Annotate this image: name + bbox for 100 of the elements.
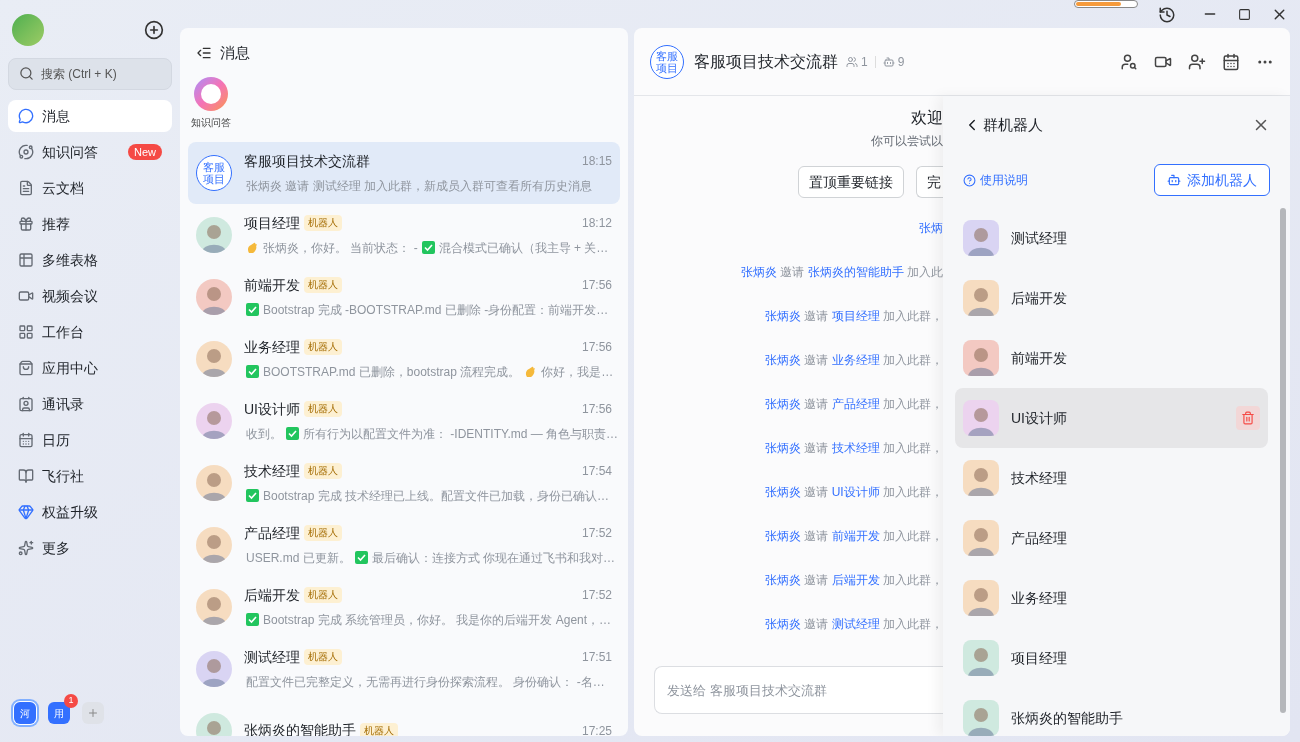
bot-item[interactable]: 业务经理 <box>955 568 1268 628</box>
chat-name: UI设计师 <box>244 399 300 419</box>
bot-name: UI设计师 <box>1011 408 1067 428</box>
system-message: 张炳炎 邀请 UI设计师 加入此群， <box>764 484 943 501</box>
message-preview: Bootstrap 完成 系统管理员，你好。 我是你的后端开发 Agent，… <box>263 611 612 629</box>
quick-action-button[interactable]: 完 <box>916 166 943 198</box>
nav-icon <box>18 108 34 124</box>
nav-icon <box>18 252 34 268</box>
chat-time: 17:51 <box>581 649 612 666</box>
nav-item[interactable]: 知识问答 New <box>8 136 172 168</box>
chat-item[interactable]: UI设计师 机器人 17:56 收到。 所有行为以配置文件为准： -IDENTITY.md — 角色与职责… <box>188 389 620 452</box>
bot-item[interactable]: 产品经理 <box>955 508 1268 568</box>
nav-item[interactable]: 日历 <box>8 424 172 456</box>
message-input[interactable]: 发送给 客服项目技术交流群 <box>654 666 943 714</box>
history-icon[interactable] <box>1158 6 1176 24</box>
chat-name: 前端开发 <box>244 275 300 295</box>
bot-item[interactable]: 项目经理 <box>955 628 1268 688</box>
message-preview: USER.md 已更新。 <box>246 549 351 567</box>
bot-name: 技术经理 <box>1011 468 1067 488</box>
bot-item[interactable]: 张炳炎的智能助手 <box>955 688 1268 736</box>
quick-action-button[interactable]: 置顶重要链接 <box>798 166 904 198</box>
bot-item[interactable]: 前端开发 <box>955 328 1268 388</box>
chat-time: 17:56 <box>581 277 612 294</box>
bot-name: 项目经理 <box>1011 648 1067 668</box>
checkmark-icon <box>286 427 299 440</box>
chat-item[interactable]: 技术经理 机器人 17:54 Bootstrap 完成 技术经理已上线。配置文件已加载，身份已确认… <box>188 451 620 514</box>
system-message: 张炳炎 邀请 项目经理 加入此群， <box>764 308 943 325</box>
system-message: 张炳炎 邀请 张炳炎的智能助手 加入此 <box>740 264 943 281</box>
members-icon <box>846 55 858 68</box>
bot-tag: 机器人 <box>304 525 342 541</box>
search-field[interactable]: 搜索 (Ctrl + K) <box>8 58 172 90</box>
chat-item[interactable]: 业务经理 机器人 17:56 BOOTSTRAP.md 已删除，bootstrap 流程完成。 你好，我是… <box>188 327 620 390</box>
checkmark-icon <box>246 365 259 378</box>
nav-item[interactable]: 通讯录 <box>8 388 172 420</box>
nav-icon <box>18 216 34 232</box>
bot-item[interactable]: UI设计师 <box>955 388 1268 448</box>
search-icon[interactable] <box>1120 52 1138 71</box>
bot-tag: 机器人 <box>304 401 342 417</box>
system-message: 张炳 <box>919 220 943 237</box>
system-message: 张炳炎 邀请 前端开发 加入此群， <box>764 528 943 545</box>
nav-icon <box>18 432 34 448</box>
message-preview: 你好，我是… <box>541 363 614 381</box>
nav-item[interactable]: 权益升级 <box>8 496 172 528</box>
add-member-icon[interactable] <box>1188 52 1206 71</box>
nav-item[interactable]: 更多 <box>8 532 172 564</box>
bot-item[interactable]: 后端开发 <box>955 268 1268 328</box>
bot-item[interactable]: 技术经理 <box>955 448 1268 508</box>
system-message: 张炳炎 邀请 技术经理 加入此群， <box>764 440 943 457</box>
chat-item[interactable]: 客服 项目 客服项目技术交流群 18:15 张炳炎 邀请 测试经理 加入此群，新成员入群可查看所有历史消息 <box>188 141 620 204</box>
message-preview: 最后确认：连接方式 你现在通过飞书和我对… <box>371 549 616 567</box>
nav-item[interactable]: 消息 <box>8 100 172 132</box>
chat-item[interactable]: 产品经理 机器人 17:52 USER.md 已更新。 最后确认：连接方式 你现在通过飞书和我对… <box>188 513 620 576</box>
bot-item[interactable]: 测试经理 <box>955 208 1268 268</box>
nav-item[interactable]: 工作台 <box>8 316 172 348</box>
nav-item[interactable]: 多维表格 <box>8 244 172 276</box>
nav-icon <box>18 396 34 412</box>
search-icon <box>19 66 34 81</box>
bot-name: 后端开发 <box>1011 288 1067 308</box>
nav-item[interactable]: 应用中心 <box>8 352 172 384</box>
nav-icon <box>18 504 34 520</box>
calendar-icon[interactable] <box>1222 52 1240 71</box>
nav-item[interactable]: 视频会议 <box>8 280 172 312</box>
scrollbar[interactable] <box>1280 208 1286 713</box>
chat-item[interactable]: 测试经理 机器人 17:51 配置文件已完整定义，无需再进行身份探索流程。 身份确认： -名… <box>188 637 620 700</box>
workspace-switch[interactable]: 用 <box>48 702 70 724</box>
bot-tag: 机器人 <box>304 463 342 479</box>
help-link[interactable]: 使用说明 <box>963 171 1028 189</box>
message-preview: 张炳炎，你好。 当前状态： - <box>263 239 418 257</box>
system-message: 张炳炎 邀请 产品经理 加入此群， <box>764 396 943 413</box>
message-preview: Bootstrap 完成 技术经理已上线。配置文件已加载，身份已确认… <box>263 487 610 505</box>
chat-item[interactable]: 前端开发 机器人 17:56 Bootstrap 完成 -BOOTSTRAP.md 已删除 -身份配置：前端开发… <box>188 265 620 328</box>
nav-icon <box>18 144 34 160</box>
chat-item[interactable]: 项目经理 机器人 18:12 张炳炎，你好。 当前状态： - 混合模式已确认（我主导 + 关… <box>188 203 620 266</box>
add-icon[interactable] <box>144 20 164 40</box>
nav-item[interactable]: 推荐 <box>8 208 172 240</box>
nav-item[interactable]: 云文档 <box>8 172 172 204</box>
maximize-icon[interactable] <box>1238 7 1251 21</box>
delete-button[interactable] <box>1236 406 1260 430</box>
system-message: 张炳炎 邀请 业务经理 加入此群， <box>764 352 943 369</box>
add-bot-button[interactable]: 添加机器人 <box>1154 164 1270 196</box>
chat-item[interactable]: 后端开发 机器人 17:52 Bootstrap 完成 系统管理员，你好。 我是你的后端开发 Agent，… <box>188 575 620 638</box>
chat-time: 17:56 <box>581 339 612 356</box>
chat-name: 后端开发 <box>244 585 300 605</box>
bot-name: 产品经理 <box>1011 528 1067 548</box>
nav-icon <box>18 180 34 196</box>
message-preview: 配置文件已完整定义，无需再进行身份探索流程。 身份确认： -名… <box>246 673 605 691</box>
chat-name: 客服项目技术交流群 <box>244 151 370 171</box>
chat-name: 技术经理 <box>244 461 300 481</box>
welcome-title: 欢迎 <box>911 108 943 128</box>
system-message: 张炳炎 邀请 后端开发 加入此群， <box>764 572 943 589</box>
group-avatar: 客服 项目 <box>650 44 684 79</box>
bot-name: 张炳炎的智能助手 <box>1011 708 1123 728</box>
checkmark-icon <box>246 613 259 626</box>
nav-item[interactable]: 飞行社 <box>8 460 172 492</box>
chat-time: 18:12 <box>581 215 612 232</box>
bot-tag: 机器人 <box>304 587 342 603</box>
update-progress[interactable] <box>1074 0 1138 8</box>
trash-icon <box>1241 411 1255 425</box>
workspace-switch[interactable]: 河 <box>14 702 36 724</box>
checkmark-icon <box>354 551 368 564</box>
